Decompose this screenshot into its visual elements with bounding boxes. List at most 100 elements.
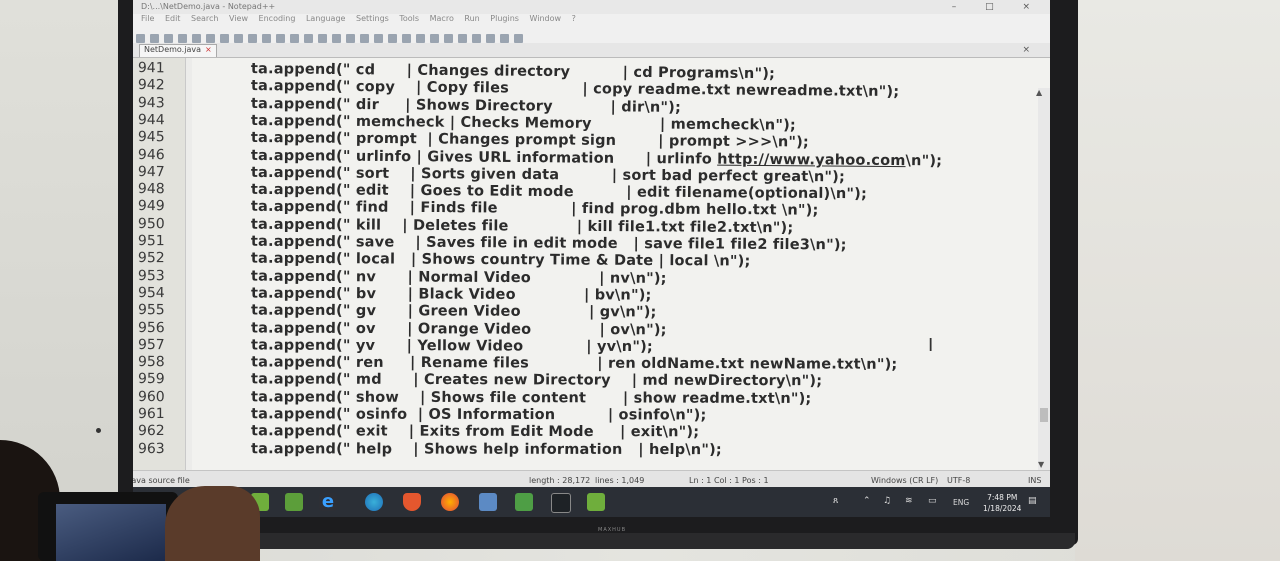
close-document-icon[interactable]: × [1022, 45, 1030, 55]
code-segment: ta.append(" kill | Deletes file | kill f… [250, 216, 794, 236]
firefox-icon[interactable] [441, 493, 459, 511]
code-line[interactable]: 963 ta.append(" help | Shows help informa… [133, 441, 1050, 460]
code-text: ta.append(" kill | Deletes file | kill f… [251, 216, 794, 236]
code-segment: ta.append(" osinfo | OS Information | os… [250, 406, 707, 424]
folder-workspace-icon[interactable] [430, 34, 439, 43]
notepadpp-icon[interactable] [515, 493, 533, 511]
save-all-icon[interactable] [178, 34, 187, 43]
open-file-icon[interactable] [150, 34, 159, 43]
language-indicator[interactable]: ENG [953, 498, 969, 507]
file-explorer-icon[interactable] [479, 493, 497, 511]
phone [38, 492, 178, 561]
menu-file[interactable]: File [141, 14, 154, 23]
word-wrap-icon[interactable] [360, 34, 369, 43]
line-number: 950 [137, 215, 165, 232]
line-number: 958 [137, 354, 165, 371]
undo-icon[interactable] [262, 34, 271, 43]
app-green2-icon[interactable] [285, 493, 303, 511]
tab-netdemo[interactable]: NetDemo.java × [139, 44, 217, 57]
stop-macro-icon[interactable] [472, 34, 481, 43]
replace-icon[interactable] [304, 34, 313, 43]
zoom-out-icon[interactable] [332, 34, 341, 43]
code-segment: ta.append(" show | Shows file content | … [250, 389, 812, 407]
clock[interactable]: 7:48 PM 1/18/2024 [983, 492, 1021, 514]
copy-icon[interactable] [234, 34, 243, 43]
terminal-icon[interactable] [551, 493, 571, 513]
code-editor[interactable]: 941 ta.append(" cd | Changes directory | … [133, 58, 1050, 470]
code-url-link[interactable]: http://www.yahoo.com [717, 151, 906, 168]
wall-dot [96, 428, 101, 433]
app-green3-icon[interactable] [587, 493, 605, 511]
scrollbar-thumb[interactable] [1040, 408, 1048, 422]
close-button[interactable]: × [1022, 2, 1030, 12]
brave-icon[interactable] [403, 493, 421, 511]
paste-icon[interactable] [248, 34, 257, 43]
tab-close-icon[interactable]: × [205, 45, 212, 54]
edge-legacy-icon[interactable]: e [319, 493, 337, 511]
code-segment: ta.append(" urlinfo | Gives URL informat… [250, 147, 718, 168]
code-segment: ta.append(" dir | Shows Directory | dir\… [250, 95, 682, 116]
indent-guide-icon[interactable] [388, 34, 397, 43]
menu-view[interactable]: View [229, 14, 248, 23]
keyboard-icon[interactable]: ▭ [928, 496, 937, 506]
code-segment: ta.append(" ren | Rename files | ren old… [250, 354, 898, 373]
code-text: ta.append(" ov | Orange Video | ov\n"); [251, 320, 667, 338]
save-macro-icon[interactable] [514, 34, 523, 43]
close-file-icon[interactable] [192, 34, 201, 43]
vertical-scrollbar[interactable] [1038, 88, 1050, 470]
line-number: 955 [137, 302, 165, 319]
function-list-icon[interactable] [416, 34, 425, 43]
line-number: 960 [137, 388, 165, 405]
menu-edit[interactable]: Edit [165, 14, 181, 23]
user-icon[interactable]: ጸ [833, 496, 838, 506]
notifications-icon[interactable]: ▤ [1028, 496, 1037, 506]
maximize-button[interactable]: □ [985, 2, 994, 12]
code-text: ta.append(" local | Shows country Time &… [251, 251, 751, 270]
zoom-in-icon[interactable] [318, 34, 327, 43]
menu-plugins[interactable]: Plugins [490, 14, 519, 23]
menu-settings[interactable]: Settings [356, 14, 389, 23]
play-macro-icon[interactable] [486, 34, 495, 43]
monitoring-icon[interactable] [444, 34, 453, 43]
volume-icon[interactable]: ♫ [883, 496, 891, 506]
sync-scroll-icon[interactable] [346, 34, 355, 43]
code-segment: ta.append(" bv | Black Video | bv\n"); [250, 285, 652, 304]
code-text: ta.append(" gv | Green Video | gv\n"); [251, 303, 657, 321]
edge-icon[interactable] [365, 493, 383, 511]
menu-language[interactable]: Language [306, 14, 345, 23]
find-icon[interactable] [290, 34, 299, 43]
code-segment: ta.append(" local | Shows country Time &… [250, 250, 751, 270]
menu-tools[interactable]: Tools [399, 14, 419, 23]
run-macro-icon[interactable] [500, 34, 509, 43]
status-position: Ln : 1 Col : 1 Pos : 1 [689, 476, 769, 485]
menu-search[interactable]: Search [191, 14, 218, 23]
code-line[interactable]: 962 ta.append(" exit | Exits from Edit Mo… [133, 423, 1050, 442]
menu-help[interactable]: ? [572, 14, 576, 23]
new-file-icon[interactable] [136, 34, 145, 43]
monitor-brand: MAXHUB [598, 527, 627, 533]
code-segment: ta.append(" exit | Exits from Edit Mode … [250, 423, 700, 441]
cut-icon[interactable] [220, 34, 229, 43]
save-icon[interactable] [164, 34, 173, 43]
redo-icon[interactable] [276, 34, 285, 43]
print-icon[interactable] [206, 34, 215, 43]
menu-run[interactable]: Run [464, 14, 479, 23]
minimize-button[interactable]: – [952, 2, 957, 12]
code-text: ta.append(" ren | Rename files | ren old… [251, 355, 898, 373]
doc-map-icon[interactable] [402, 34, 411, 43]
line-number: 962 [137, 423, 165, 440]
code-text: ta.append(" help | Shows help informatio… [251, 441, 722, 458]
title-bar: D:\...\NetDemo.java - Notepad++ – □ × [133, 0, 1050, 14]
record-macro-icon[interactable] [458, 34, 467, 43]
chevron-up-icon[interactable]: ⌃ [863, 496, 871, 506]
menu-macro[interactable]: Macro [430, 14, 454, 23]
code-text: ta.append(" dir | Shows Directory | dir\… [251, 96, 681, 116]
wifi-icon[interactable]: ≋ [905, 496, 913, 506]
scroll-down-icon[interactable]: ▼ [1038, 460, 1044, 469]
show-all-chars-icon[interactable] [374, 34, 383, 43]
line-number: 959 [137, 371, 165, 388]
scroll-up-icon[interactable]: ▲ [1036, 88, 1042, 97]
line-number: 963 [137, 440, 165, 457]
menu-encoding[interactable]: Encoding [259, 14, 296, 23]
menu-window[interactable]: Window [529, 14, 561, 23]
